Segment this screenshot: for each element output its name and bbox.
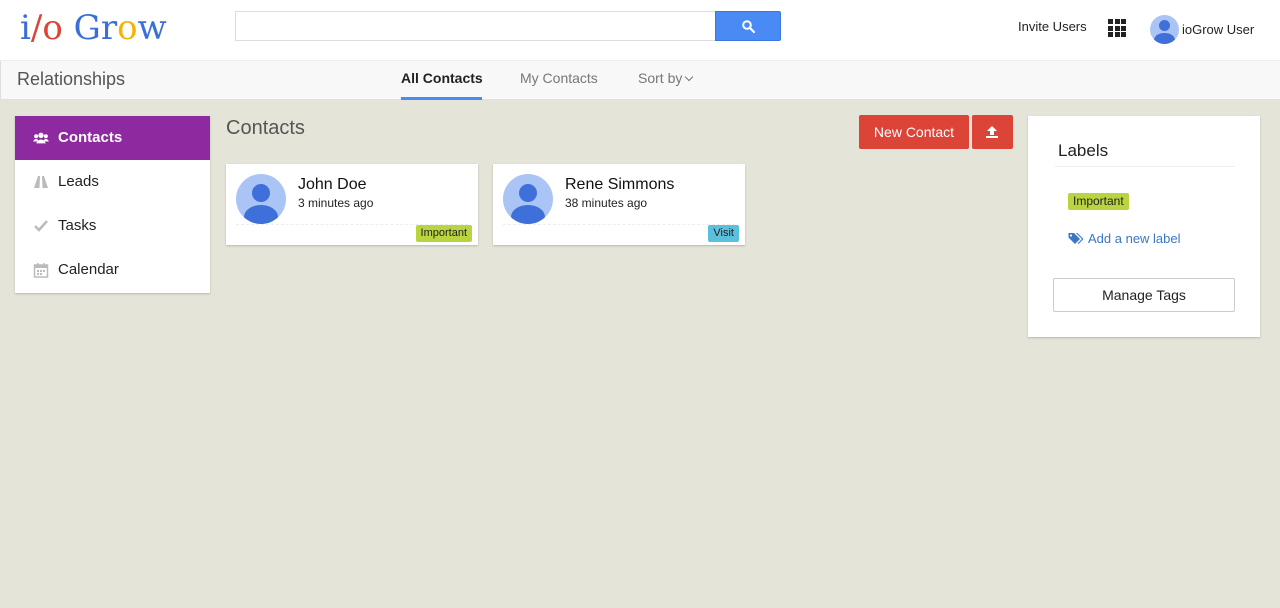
contact-avatar <box>503 174 553 224</box>
labels-panel: Labels Important Add a new label Manage … <box>1028 116 1260 337</box>
sub-navigation: Relationships All Contacts My Contacts S… <box>0 60 1280 100</box>
chevron-down-icon <box>685 72 694 82</box>
logo-letter: r <box>100 8 118 48</box>
search-input[interactable] <box>235 11 715 41</box>
sidebar-item-contacts[interactable]: Contacts <box>15 116 210 160</box>
sidebar-item-leads[interactable]: Leads <box>15 160 210 204</box>
labels-divider <box>1055 166 1235 167</box>
sort-by-dropdown[interactable]: Sort by <box>638 70 694 86</box>
tab-my-contacts[interactable]: My Contacts <box>520 70 598 86</box>
sidebar-item-label: Contacts <box>58 129 123 146</box>
users-icon <box>33 132 49 144</box>
upload-icon <box>986 126 998 138</box>
search-icon <box>742 20 755 33</box>
contact-time: 38 minutes ago <box>565 196 648 210</box>
sidebar-item-label: Calendar <box>58 261 119 278</box>
contact-name[interactable]: John Doe <box>298 176 367 194</box>
user-avatar <box>1150 15 1179 44</box>
logo-letter: o <box>42 8 63 48</box>
contact-card[interactable]: Rene Simmons 38 minutes ago Visit <box>493 164 745 245</box>
tags-icon <box>1068 233 1084 244</box>
manage-tags-button[interactable]: Manage Tags <box>1053 278 1235 312</box>
road-icon <box>34 176 48 188</box>
logo-letter: w <box>137 8 167 48</box>
contact-avatar <box>236 174 286 224</box>
page-title: Contacts <box>226 117 305 139</box>
sidebar-item-label: Leads <box>58 173 99 190</box>
logo-letter: / <box>30 8 43 48</box>
contact-card[interactable]: John Doe 3 minutes ago Important <box>226 164 478 245</box>
sidebar-item-calendar[interactable]: Calendar <box>15 248 210 292</box>
new-contact-button[interactable]: New Contact <box>859 115 969 149</box>
logo-letter: i <box>20 8 31 48</box>
sidebar-item-tasks[interactable]: Tasks <box>15 204 210 248</box>
active-tab-indicator <box>401 97 482 100</box>
check-icon <box>34 220 48 232</box>
tab-all-contacts[interactable]: All Contacts <box>401 70 483 86</box>
search-button[interactable] <box>715 11 781 41</box>
logo-letter: o <box>117 8 138 48</box>
labels-title: Labels <box>1058 141 1109 160</box>
logo-letter: G <box>73 8 101 48</box>
contact-tag-badge[interactable]: Important <box>415 225 472 242</box>
contact-name[interactable]: Rene Simmons <box>565 176 674 194</box>
sidebar: Contacts Leads Tasks Calendar <box>15 116 210 293</box>
sort-by-label: Sort by <box>638 70 683 86</box>
sidebar-item-label: Tasks <box>58 217 97 234</box>
user-name: ioGrow User <box>1182 22 1255 37</box>
label-important[interactable]: Important <box>1068 193 1129 210</box>
contact-tag-badge[interactable]: Visit <box>708 225 739 242</box>
iogrow-logo[interactable]: i/o Grow <box>20 8 167 48</box>
calendar-icon <box>33 263 49 278</box>
add-label-link[interactable]: Add a new label <box>1068 231 1181 246</box>
add-label-text: Add a new label <box>1088 231 1181 246</box>
search-bar <box>235 11 781 41</box>
invite-users-link[interactable]: Invite Users <box>1018 19 1087 34</box>
card-divider <box>503 224 735 225</box>
logo-letter <box>63 8 74 48</box>
section-title: Relationships <box>17 69 126 89</box>
apps-grid-icon[interactable] <box>1108 19 1126 37</box>
upload-button[interactable] <box>972 115 1013 149</box>
contact-time: 3 minutes ago <box>298 196 374 210</box>
top-bar: i/o Grow Invite Users ioGrow User <box>0 0 1280 60</box>
